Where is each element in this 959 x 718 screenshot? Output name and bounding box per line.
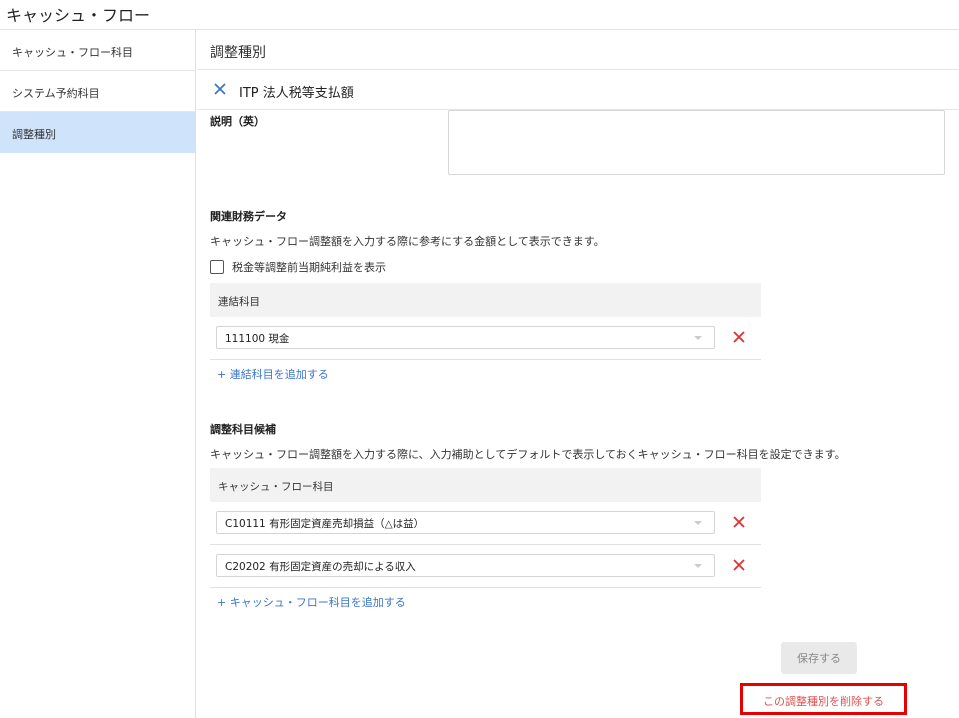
chevron-down-icon <box>694 564 702 568</box>
add-consolidated-account-link[interactable]: + 連結科目を追加する <box>217 366 329 382</box>
candidates-title: 調整科目候補 <box>210 423 276 436</box>
record-title: ITP 法人税等支払額 <box>239 86 354 101</box>
remove-icon[interactable] <box>732 558 746 572</box>
consolidated-account-select[interactable]: 111100 現金 <box>216 326 715 349</box>
sidebar-item-cashflow-accounts[interactable]: キャッシュ・フロー科目 <box>0 30 195 71</box>
related-data-description: キャッシュ・フロー調整額を入力する際に参考にする金額として表示できます。 <box>210 235 605 248</box>
record-bar: ITP 法人税等支払額 <box>197 70 959 110</box>
pretax-income-checkbox[interactable] <box>210 260 224 274</box>
select-value: 111100 現金 <box>225 333 290 345</box>
close-icon[interactable] <box>212 81 228 97</box>
consolidated-accounts-header: 連結科目 <box>210 283 761 317</box>
select-value: C10111 有形固定資産売却損益（△は益） <box>225 518 425 530</box>
delete-adjustment-type-link[interactable]: この調整種別を削除する <box>740 683 907 715</box>
page-title: 調整種別 <box>197 30 959 70</box>
main-panel: 調整種別 ITP 法人税等支払額 説明（英） 関連財務データ キャッシュ・フロー… <box>197 30 959 718</box>
add-cashflow-account-link[interactable]: + キャッシュ・フロー科目を追加する <box>217 594 406 610</box>
sidebar-item-adjustment-types[interactable]: 調整種別 <box>0 112 195 153</box>
related-data-title: 関連財務データ <box>210 210 287 223</box>
table-row: C20202 有形固定資産の売却による収入 <box>210 545 761 588</box>
app-title: キャッシュ・フロー <box>0 0 959 30</box>
pretax-income-checkbox-row[interactable]: 税金等調整前当期純利益を表示 <box>210 259 386 275</box>
cashflow-accounts-header: キャッシュ・フロー科目 <box>210 468 761 502</box>
description-en-label: 説明（英） <box>210 115 265 128</box>
cashflow-account-select[interactable]: C10111 有形固定資産売却損益（△は益） <box>216 511 715 534</box>
candidates-description: キャッシュ・フロー調整額を入力する際に、入力補助としてデフォルトで表示しておくキ… <box>210 448 846 461</box>
table-row: C10111 有形固定資産売却損益（△は益） <box>210 502 761 545</box>
sidebar-item-system-accounts[interactable]: システム予約科目 <box>0 71 195 112</box>
description-en-textarea[interactable] <box>448 110 945 175</box>
table-row: 111100 現金 <box>210 317 761 360</box>
remove-icon[interactable] <box>732 515 746 529</box>
select-value: C20202 有形固定資産の売却による収入 <box>225 561 416 573</box>
cashflow-account-select[interactable]: C20202 有形固定資産の売却による収入 <box>216 554 715 577</box>
chevron-down-icon <box>694 336 702 340</box>
chevron-down-icon <box>694 521 702 525</box>
sidebar: キャッシュ・フロー科目 システム予約科目 調整種別 <box>0 30 196 718</box>
remove-icon[interactable] <box>732 330 746 344</box>
pretax-income-checkbox-label[interactable]: 税金等調整前当期純利益を表示 <box>232 259 386 275</box>
save-button[interactable]: 保存する <box>781 642 857 674</box>
